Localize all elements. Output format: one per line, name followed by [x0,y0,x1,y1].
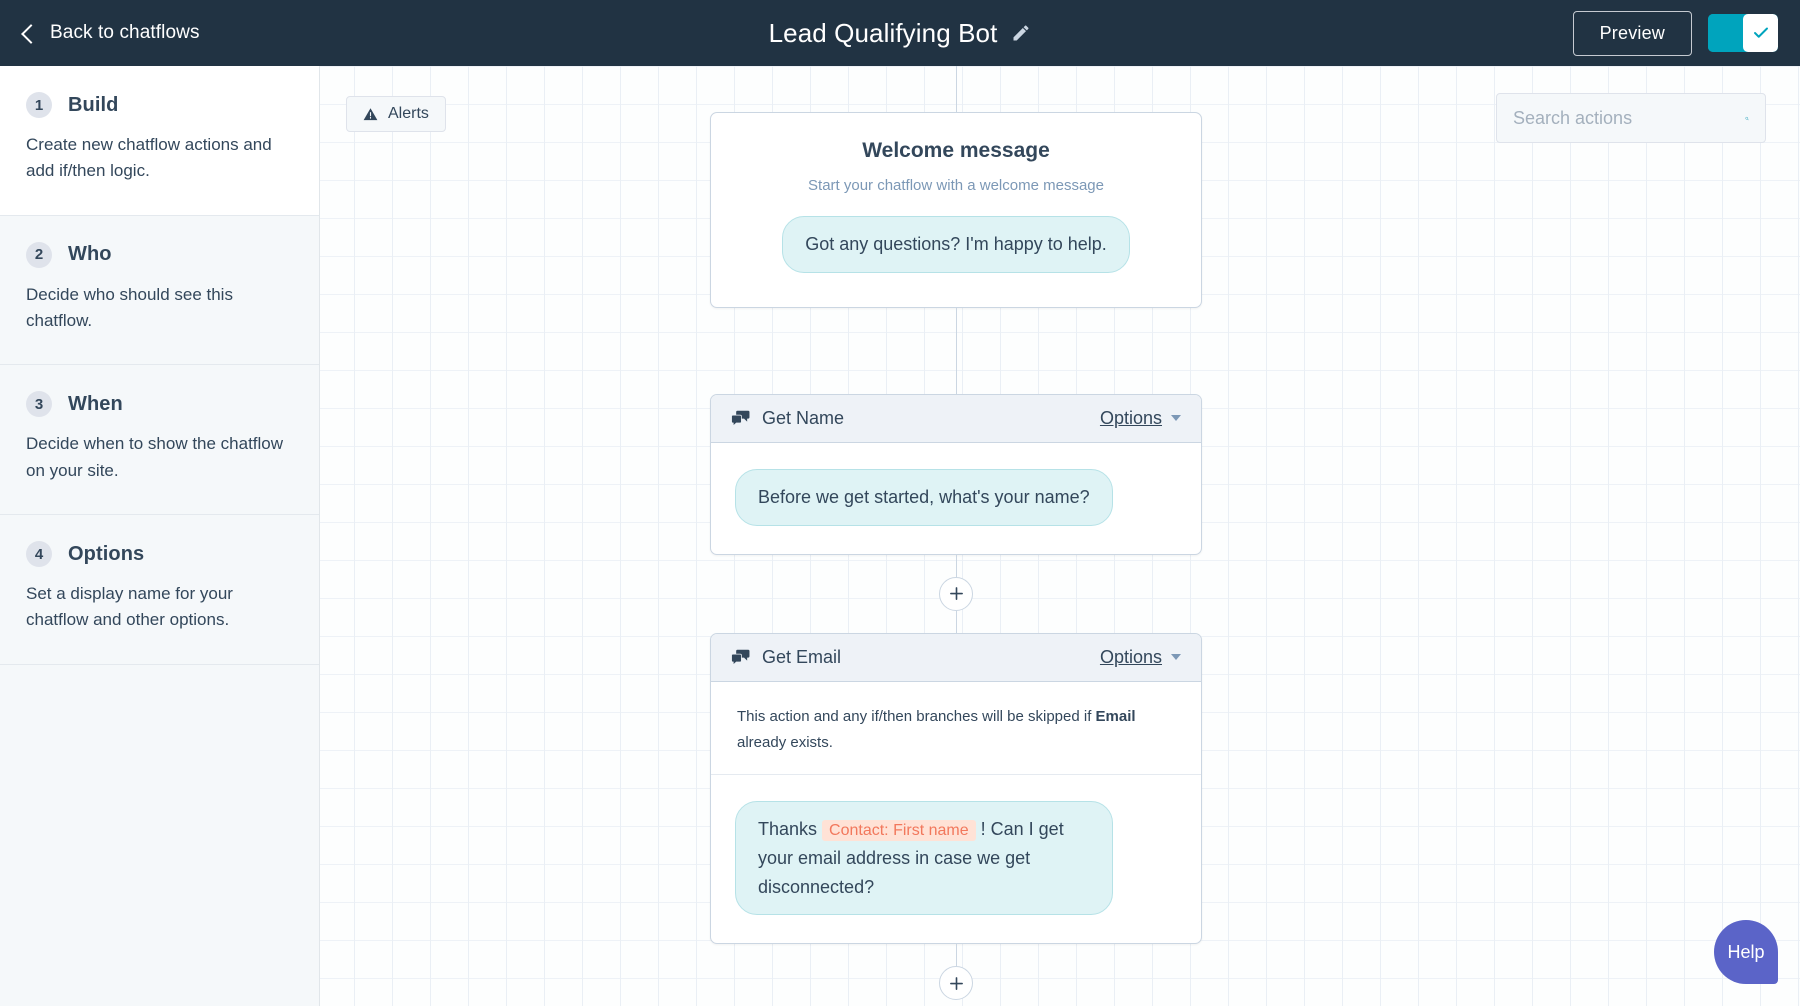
sidebar-step-options-head: 4 Options [26,541,293,567]
get-name-options-label: Options [1100,408,1162,429]
sidebar-step-options[interactable]: 4 Options Set a display name for your ch… [0,515,319,665]
step-title: Options [68,543,144,566]
pencil-icon[interactable] [1011,23,1031,43]
get-email-card-header: Get Email Options [711,634,1201,682]
flow-canvas[interactable]: Alerts Welcome message Start your chatfl… [320,66,1800,1006]
step-description: Create new chatflow actions and add if/t… [26,132,288,185]
back-to-chatflows-link[interactable]: Back to chatflows [24,22,200,44]
search-input[interactable] [1513,108,1745,129]
connector-plus-to-getemail [956,611,957,633]
get-email-card-body: Thanks Contact: First name ! Can I get y… [711,775,1201,943]
sidebar-step-build-head: 1 Build [26,92,293,118]
sidebar-step-who[interactable]: 2 Who Decide who should see this chatflo… [0,216,319,366]
get-email-card-title: Get Email [762,647,841,668]
get-email-bubble[interactable]: Thanks Contact: First name ! Can I get y… [735,801,1113,915]
connector-top [956,66,957,112]
connector-getemail-to-plus [956,944,957,966]
chevron-down-icon [1171,415,1181,421]
step-number-badge: 3 [26,391,52,417]
warning-triangle-icon [363,107,378,122]
welcome-message-card[interactable]: Welcome message Start your chatflow with… [710,112,1202,308]
plus-icon [949,976,964,991]
bubble-text-pre: Thanks [758,819,822,839]
preview-button[interactable]: Preview [1573,11,1692,56]
get-name-card-body: Before we get started, what's your name? [711,443,1201,554]
top-bar: Back to chatflows Lead Qualifying Bot Pr… [0,0,1800,66]
get-name-bubble[interactable]: Before we get started, what's your name? [735,469,1113,526]
sidebar-step-when-head: 3 When [26,391,293,417]
get-email-header-left: Get Email [731,647,841,668]
toggle-track [1708,14,1743,52]
step-number-badge: 4 [26,541,52,567]
step-description: Decide who should see this chatflow. [26,282,288,335]
search-icon[interactable] [1745,108,1749,129]
alerts-label: Alerts [388,105,429,123]
welcome-message-subtitle: Start your chatflow with a welcome messa… [741,177,1171,194]
top-bar-actions: Preview [1573,0,1778,66]
skip-note-property: Email [1096,708,1136,725]
chatflow-title-group: Lead Qualifying Bot [0,0,1800,66]
chat-bubbles-icon [731,410,750,427]
step-number-badge: 2 [26,242,52,268]
skip-note-post: already exists. [737,734,833,751]
add-action-button-1[interactable] [939,577,973,611]
welcome-message-bubble[interactable]: Got any questions? I'm happy to help. [782,216,1130,273]
back-to-chatflows-label: Back to chatflows [50,22,200,44]
chevron-left-icon [21,24,41,44]
toggle-knob [1743,14,1778,52]
step-number-badge: 1 [26,92,52,118]
get-email-options-dropdown[interactable]: Options [1100,647,1181,668]
chevron-down-icon [1171,654,1181,660]
get-name-header-left: Get Name [731,408,844,429]
page-title: Lead Qualifying Bot [769,18,998,49]
step-title: Who [68,243,112,266]
get-email-options-label: Options [1100,647,1162,668]
sidebar-step-who-head: 2 Who [26,242,293,268]
skip-note-pre: This action and any if/then branches wil… [737,708,1096,725]
get-name-card[interactable]: Get Name Options Before we get started, … [710,394,1202,555]
chatflow-enabled-toggle[interactable] [1708,14,1778,52]
step-description: Set a display name for your chatflow and… [26,581,288,634]
help-button[interactable]: Help [1714,920,1778,984]
welcome-message-title: Welcome message [741,139,1171,163]
search-actions-box[interactable] [1496,93,1766,143]
step-description: Decide when to show the chatflow on your… [26,431,288,484]
get-email-skip-note: This action and any if/then branches wil… [735,700,1177,775]
get-name-options-dropdown[interactable]: Options [1100,408,1181,429]
check-icon [1752,24,1770,42]
sidebar-step-when[interactable]: 3 When Decide when to show the chatflow … [0,365,319,515]
chat-bubbles-icon [731,649,750,666]
chatflow-nodes: Welcome message Start your chatflow with… [710,66,1202,1000]
get-email-card[interactable]: Get Email Options This action and any if… [710,633,1202,945]
get-name-card-title: Get Name [762,408,844,429]
step-title: When [68,393,123,416]
add-action-button-2[interactable] [939,966,973,1000]
steps-sidebar: 1 Build Create new chatflow actions and … [0,66,320,1006]
sidebar-step-build[interactable]: 1 Build Create new chatflow actions and … [0,66,319,216]
get-name-card-header: Get Name Options [711,395,1201,443]
step-title: Build [68,94,119,117]
connector-getname-to-plus [956,555,957,577]
plus-icon [949,586,964,601]
alerts-button[interactable]: Alerts [346,96,446,132]
personalization-token[interactable]: Contact: First name [822,820,976,841]
connector-welcome-to-getname [956,308,957,394]
get-email-skip-note-wrap: This action and any if/then branches wil… [711,682,1201,775]
